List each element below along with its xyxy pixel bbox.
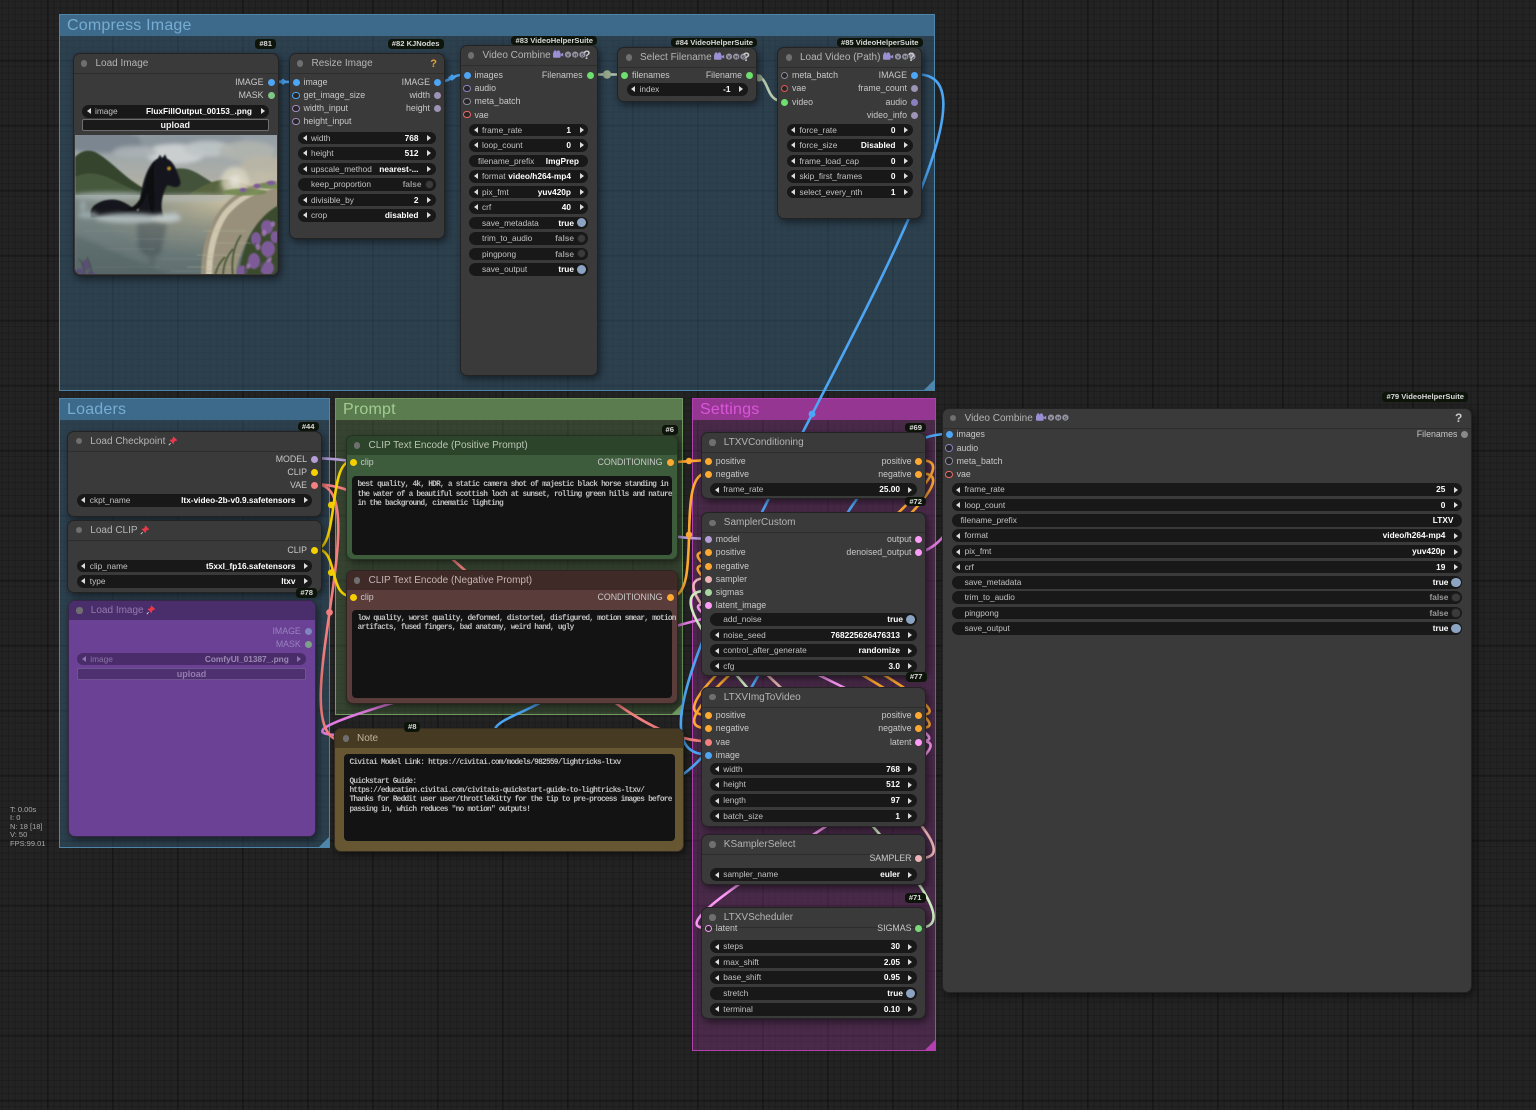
- svg-text:H: H: [735, 54, 739, 60]
- svg-text:H: H: [574, 52, 578, 58]
- svg-text:H: H: [1056, 415, 1060, 421]
